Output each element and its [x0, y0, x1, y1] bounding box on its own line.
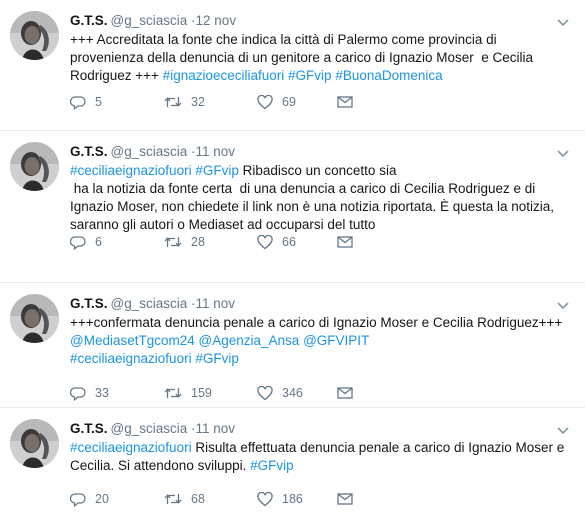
tweet[interactable]: G.T.S. @g_sciascia ·11 nov #ceciliaeignaz… [0, 131, 585, 283]
envelope-icon [337, 96, 353, 108]
user-handle[interactable]: @g_sciascia [111, 296, 188, 311]
chevron-down-icon[interactable] [557, 297, 573, 310]
avatar[interactable] [10, 142, 59, 191]
retweet-count: 28 [191, 235, 205, 249]
tweet-actions: 6 28 66 [70, 232, 362, 252]
retweet-count: 159 [191, 386, 212, 400]
reply-button[interactable]: 20 [70, 492, 164, 507]
tweet-header: G.T.S. @g_sciascia ·12 nov [70, 12, 571, 30]
hashtag-link[interactable]: #GFvip [195, 163, 239, 178]
reply-count: 20 [95, 492, 109, 506]
retweet-icon [164, 237, 182, 247]
tweet-actions: 33 159 346 [70, 383, 362, 403]
display-name[interactable]: G.T.S. [70, 421, 108, 436]
hashtag-link[interactable]: #ceciliaeignaziofuori [70, 163, 192, 178]
avatar[interactable] [10, 294, 59, 343]
profile-photo-icon [10, 11, 59, 60]
heart-icon [257, 234, 273, 249]
tweet-actions: 20 68 186 [70, 489, 362, 509]
tweet-text: #ceciliaeignaziofuori Risulta effettuata… [70, 439, 571, 475]
retweet-icon [164, 388, 182, 398]
tweet-actions: 5 32 69 [70, 92, 362, 112]
tweet-text: #ceciliaeignaziofuori #GFvip Ribadisco u… [70, 162, 571, 234]
hashtag-link[interactable]: #ceciliaeignaziofuori [70, 351, 192, 366]
tweet-date[interactable]: 11 nov [196, 421, 236, 436]
like-button[interactable]: 186 [257, 491, 337, 507]
tweet[interactable]: G.T.S. @g_sciascia ·12 nov +++ Accreditat… [0, 0, 585, 131]
direct-message-button[interactable] [337, 493, 362, 505]
tweet-date[interactable]: 11 nov [196, 144, 236, 159]
retweet-button[interactable]: 159 [164, 386, 257, 400]
user-handle[interactable]: @g_sciascia [111, 144, 188, 159]
reply-count: 6 [95, 235, 102, 249]
retweet-icon [164, 97, 182, 107]
hashtag-link[interactable]: #GFvip [195, 351, 239, 366]
mention-link[interactable]: @GFVIPIT [303, 333, 369, 348]
tweet-header: G.T.S. @g_sciascia ·11 nov [70, 420, 571, 438]
retweet-button[interactable]: 28 [164, 235, 257, 249]
heart-icon [257, 491, 273, 506]
profile-photo-icon [10, 419, 59, 468]
display-name[interactable]: G.T.S. [70, 13, 108, 28]
avatar[interactable] [10, 11, 59, 60]
heart-icon [257, 385, 273, 400]
mention-link[interactable]: @MediasetTgcom24 [70, 333, 195, 348]
like-count: 69 [282, 95, 296, 109]
retweet-icon [164, 494, 182, 504]
display-name[interactable]: G.T.S. [70, 296, 108, 311]
tweet[interactable]: G.T.S. @g_sciascia ·11 nov +++confermata … [0, 283, 585, 408]
hashtag-link[interactable]: #ignazioececiliafuori [163, 68, 285, 83]
reply-count: 33 [95, 386, 109, 400]
direct-message-button[interactable] [337, 236, 362, 248]
reply-icon [70, 492, 86, 507]
reply-button[interactable]: 6 [70, 235, 164, 250]
tweet[interactable]: G.T.S. @g_sciascia ·11 nov #ceciliaeignaz… [0, 408, 585, 521]
user-handle[interactable]: @g_sciascia [111, 421, 188, 436]
tweet-date[interactable]: 12 nov [196, 13, 237, 28]
retweet-button[interactable]: 32 [164, 95, 257, 109]
envelope-icon [337, 493, 353, 505]
reply-icon [70, 386, 86, 401]
hashtag-link[interactable]: #ceciliaeignaziofuori [70, 440, 192, 455]
like-count: 186 [282, 492, 303, 506]
like-button[interactable]: 346 [257, 385, 337, 401]
mention-link[interactable]: @Agenzia_Ansa [199, 333, 300, 348]
envelope-icon [337, 236, 353, 248]
reply-icon [70, 95, 86, 110]
reply-button[interactable]: 33 [70, 386, 164, 401]
tweet-header: G.T.S. @g_sciascia ·11 nov [70, 295, 571, 313]
tweet-feed: G.T.S. @g_sciascia ·12 nov +++ Accreditat… [0, 0, 585, 521]
hashtag-link[interactable]: #GFvip [250, 458, 294, 473]
tweet-text-segment: +++confermata denuncia penale a carico d… [70, 315, 567, 330]
heart-icon [257, 94, 273, 109]
user-handle[interactable]: @g_sciascia [111, 13, 188, 28]
chevron-down-icon[interactable] [557, 145, 573, 158]
like-count: 346 [282, 386, 303, 400]
like-button[interactable]: 66 [257, 234, 337, 250]
profile-photo-icon [10, 294, 59, 343]
retweet-button[interactable]: 68 [164, 492, 257, 506]
reply-icon [70, 235, 86, 250]
direct-message-button[interactable] [337, 96, 362, 108]
tweet-header: G.T.S. @g_sciascia ·11 nov [70, 143, 571, 161]
display-name[interactable]: G.T.S. [70, 144, 108, 159]
chevron-down-icon[interactable] [557, 14, 573, 27]
chevron-down-icon[interactable] [557, 422, 573, 435]
hashtag-link[interactable]: #GFvip [288, 68, 332, 83]
like-count: 66 [282, 235, 296, 249]
envelope-icon [337, 387, 353, 399]
like-button[interactable]: 69 [257, 94, 337, 110]
retweet-count: 32 [191, 95, 205, 109]
direct-message-button[interactable] [337, 387, 362, 399]
tweet-text: +++confermata denuncia penale a carico d… [70, 314, 571, 368]
profile-photo-icon [10, 142, 59, 191]
reply-button[interactable]: 5 [70, 95, 164, 110]
retweet-count: 68 [191, 492, 205, 506]
reply-count: 5 [95, 95, 102, 109]
avatar[interactable] [10, 419, 59, 468]
hashtag-link[interactable]: #BuonaDomenica [335, 68, 442, 83]
tweet-date[interactable]: 11 nov [196, 296, 236, 311]
tweet-text: +++ Accreditata la fonte che indica la c… [70, 31, 571, 85]
